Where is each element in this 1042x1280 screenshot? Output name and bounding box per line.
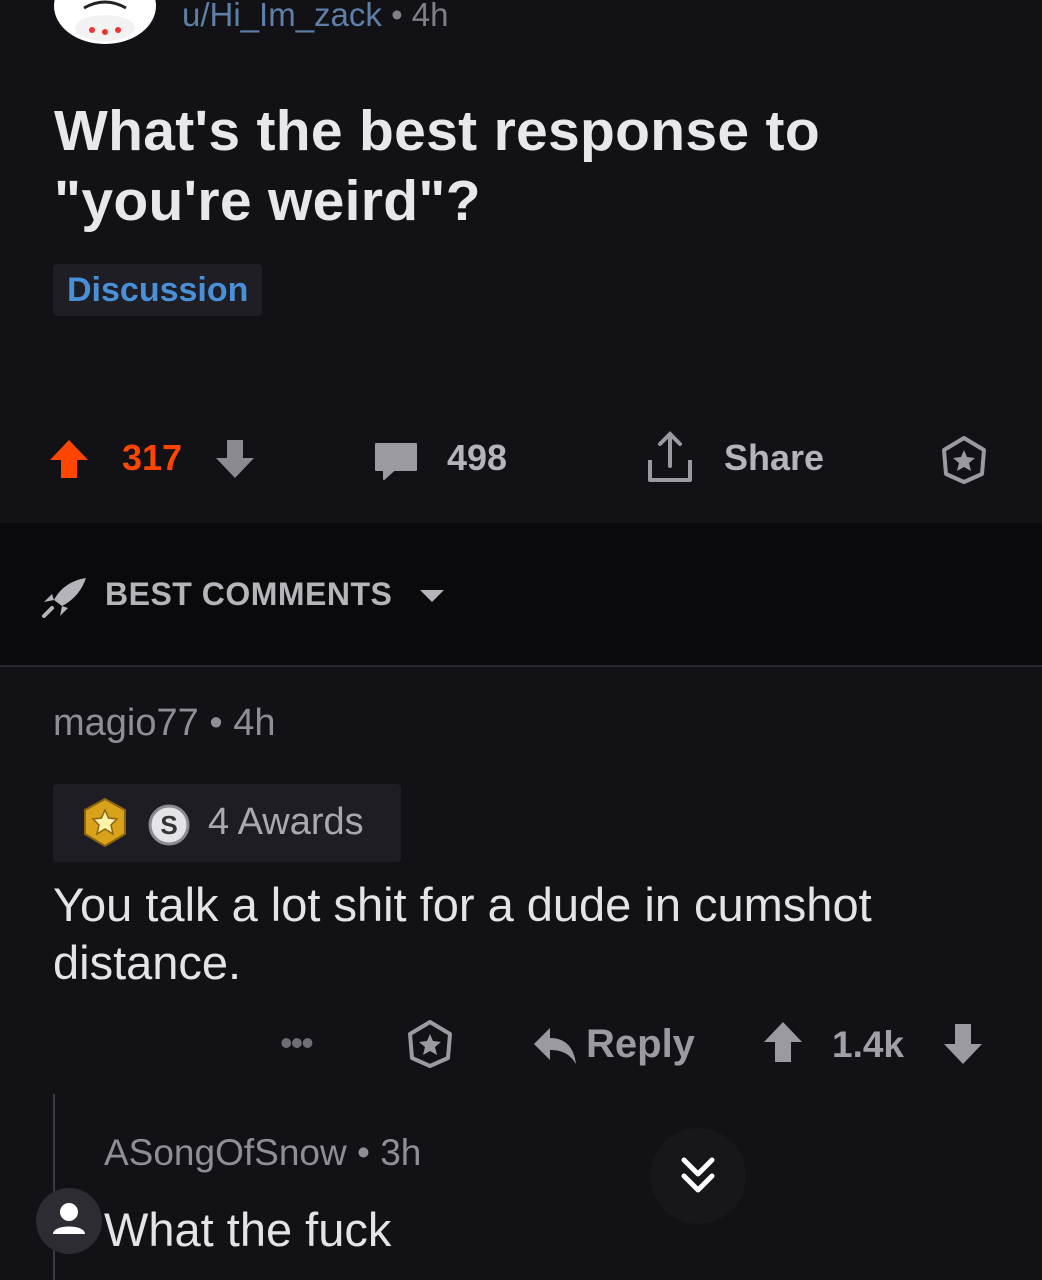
reply-icon[interactable] bbox=[530, 1022, 580, 1073]
sort-dropdown[interactable]: BEST COMMENTS bbox=[105, 576, 392, 613]
collapse-button[interactable] bbox=[650, 1128, 746, 1224]
svg-text:S: S bbox=[160, 810, 177, 840]
award-icon[interactable] bbox=[404, 1018, 456, 1075]
downvote-icon[interactable] bbox=[212, 436, 258, 487]
child-comment-body: What the fuck bbox=[104, 1203, 392, 1256]
rocket-icon[interactable] bbox=[40, 574, 92, 625]
meta-separator: • bbox=[346, 1132, 381, 1173]
share-icon[interactable] bbox=[644, 430, 696, 491]
comment-body: You talk a lot shit for a dude in cumsho… bbox=[53, 878, 872, 989]
comment-count[interactable]: 498 bbox=[447, 437, 507, 479]
more-options-icon[interactable]: ••• bbox=[280, 1025, 314, 1061]
comment-icon[interactable] bbox=[372, 440, 420, 487]
upvote-icon[interactable] bbox=[46, 436, 92, 487]
comment-score: 1.4k bbox=[832, 1024, 905, 1065]
chevron-down-icon[interactable] bbox=[418, 588, 446, 609]
post-title: What's the best response to "you're weir… bbox=[54, 99, 820, 233]
double-chevron-down-icon bbox=[681, 1157, 715, 1193]
reply-button[interactable]: Reply bbox=[586, 1022, 695, 1067]
meta-separator: • bbox=[198, 702, 234, 744]
post-score: 317 bbox=[122, 437, 183, 478]
post-meta: u/Hi_Im_zack • 4h bbox=[182, 0, 449, 34]
post-age: 4h bbox=[411, 0, 449, 33]
awards-count: 4 Awards bbox=[208, 801, 364, 843]
share-button[interactable]: Share bbox=[724, 437, 824, 479]
upvote-icon[interactable] bbox=[760, 1018, 806, 1073]
child-comment-meta: ASongOfSnow • 3h bbox=[104, 1132, 421, 1174]
gold-award-icon bbox=[80, 796, 130, 855]
comment-author-link[interactable]: magio77 bbox=[53, 702, 199, 744]
comment-age: 4h bbox=[233, 702, 276, 744]
divider bbox=[0, 665, 1042, 667]
child-comment-age: 3h bbox=[380, 1132, 422, 1173]
subreddit-avatar[interactable] bbox=[54, 0, 156, 44]
user-avatar[interactable] bbox=[36, 1188, 102, 1254]
post-author-link[interactable]: u/Hi_Im_zack bbox=[182, 0, 382, 33]
post-flair[interactable]: Discussion bbox=[53, 264, 263, 316]
child-comment-author-link[interactable]: ASongOfSnow bbox=[104, 1132, 347, 1173]
downvote-icon[interactable] bbox=[940, 1018, 986, 1073]
award-icon[interactable] bbox=[938, 434, 990, 491]
silver-award-icon: S bbox=[146, 803, 192, 852]
meta-separator: • bbox=[381, 0, 412, 33]
comment-meta: magio77 • 4h bbox=[53, 702, 275, 745]
